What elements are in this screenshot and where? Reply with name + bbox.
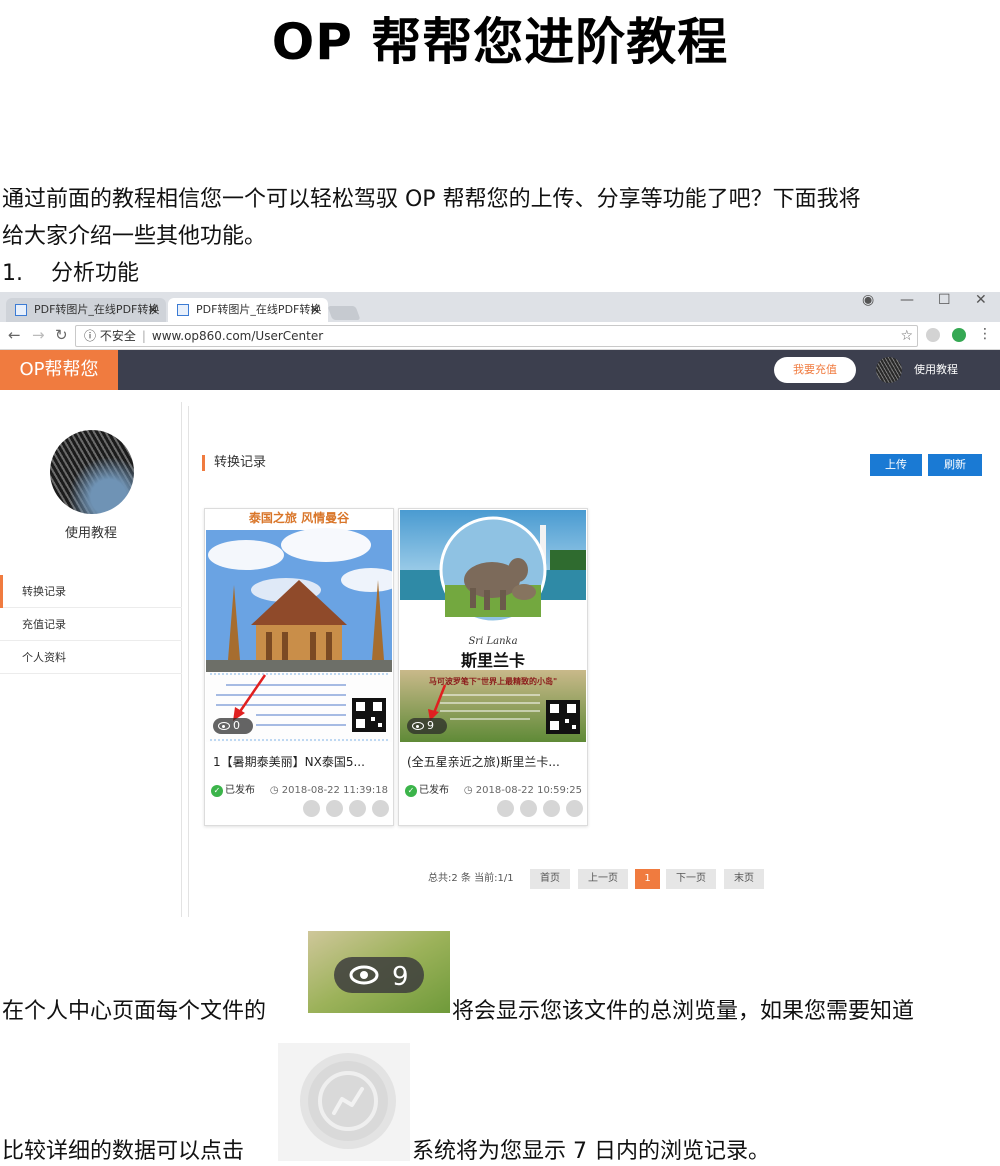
status-text: 已发布 — [225, 785, 255, 796]
banner-text: 泰国之旅 风情曼谷 — [248, 510, 350, 525]
eye-icon — [412, 722, 424, 730]
intro-line-1: 通过前面的教程相信您一个可以轻松驾驭 OP 帮帮您的上传、分享等功能了吧？下面我… — [2, 187, 861, 212]
star-icon[interactable]: ☆ — [900, 326, 913, 346]
analytics-icon[interactable] — [497, 800, 514, 817]
menu-icon[interactable]: ⋮ — [978, 326, 992, 342]
file-title[interactable]: (全五星亲近之旅)斯里兰卡... — [407, 753, 582, 770]
status-text: 已发布 — [419, 785, 449, 796]
timestamp: ◷ 2018-08-22 11:39:18 — [269, 785, 388, 796]
window-close-icon[interactable]: ✕ — [975, 292, 987, 308]
red-arrow-annotation — [233, 674, 267, 721]
address-bar[interactable]: ⓘ 不安全 | www.op860.com/UserCenter ☆ — [75, 325, 918, 347]
card-actions — [297, 800, 389, 818]
app-logo[interactable]: OP帮帮您 — [0, 350, 118, 390]
paragraph-views-before: 在个人中心页面每个文件的 — [2, 999, 267, 1024]
minimize-icon[interactable]: — — [900, 292, 914, 308]
card-actions — [491, 800, 583, 818]
maximize-icon[interactable]: ☐ — [938, 292, 951, 308]
check-icon: ✓ — [405, 785, 417, 797]
avatar[interactable] — [876, 357, 902, 383]
usercenter-screenshot: PDF转图片_在线PDF转换 ✕ PDF转图片_在线PDF转换 ✕ ◉ — ☐ … — [0, 292, 1000, 917]
main-content: 转换记录 上传 刷新 泰国之旅 风情曼谷 0 1【暑期泰美丽】NX泰国5... … — [188, 406, 1000, 917]
view-count-badge: 0 — [213, 718, 253, 734]
user-icon[interactable] — [543, 800, 560, 817]
view-count: 9 — [427, 719, 434, 732]
browser-tab[interactable]: PDF转图片_在线PDF转换 ✕ — [6, 298, 166, 322]
shield-icon[interactable] — [952, 328, 966, 342]
info-icon: ⓘ — [84, 329, 97, 343]
check-icon: ✓ — [211, 785, 223, 797]
browser-toolbar: ← → ↻ ⓘ 不安全 | www.op860.com/UserCenter ☆ ⋮ — [0, 322, 1000, 350]
status-badge: ✓ 已发布 — [405, 785, 449, 797]
next-page-button[interactable]: 下一页 — [666, 869, 716, 889]
browser-tab-active[interactable]: PDF转图片_在线PDF转换 ✕ — [168, 298, 328, 322]
forward-icon[interactable]: → — [32, 326, 45, 344]
tab-label: PDF转图片_在线PDF转换 — [34, 303, 160, 316]
view-count-crop: 9 — [308, 931, 450, 1013]
intro-line-2: 给大家介绍一些其他功能。 — [2, 224, 267, 249]
sidebar: 使用教程 转换记录 充值记录 个人资料 — [0, 402, 182, 917]
analytics-button-crop — [278, 1043, 410, 1161]
sidebar-item-profile[interactable]: 个人资料 — [0, 641, 182, 674]
app-header: OP帮帮您 我要充值 使用教程 — [0, 350, 1000, 390]
delete-icon[interactable] — [372, 800, 389, 817]
user-icon[interactable] — [349, 800, 366, 817]
view-count-crop-image: 9 — [308, 931, 450, 1013]
url-text: www.op860.com/UserCenter — [151, 329, 324, 343]
analytics-icon[interactable] — [303, 800, 320, 817]
sidebar-item-conversions[interactable]: 转换记录 — [0, 575, 182, 608]
red-arrow-annotation — [428, 684, 447, 721]
profile-icon[interactable]: ◉ — [862, 292, 874, 308]
sidebar-menu: 转换记录 充值记录 个人资料 — [0, 575, 182, 674]
first-page-button[interactable]: 首页 — [530, 869, 570, 889]
back-icon[interactable]: ← — [8, 326, 21, 344]
current-page-button[interactable]: 1 — [635, 869, 660, 889]
view-count-badge: 9 — [407, 718, 447, 734]
share-icon[interactable] — [520, 800, 537, 817]
upload-button[interactable]: 上传 — [870, 454, 922, 476]
section-heading: 1. 分析功能 — [2, 259, 139, 289]
timestamp: ◷ 2018-08-22 10:59:25 — [463, 785, 582, 796]
section-title: 转换记录 — [202, 455, 266, 471]
view-count: 0 — [233, 719, 240, 732]
paragraph-analytics-before: 比较详细的数据可以点击 — [2, 1139, 245, 1164]
analytics-icon — [300, 1053, 396, 1149]
browser-tab-strip: PDF转图片_在线PDF转换 ✕ PDF转图片_在线PDF转换 ✕ ◉ — ☐ … — [0, 292, 1000, 322]
section-number: 1. — [2, 261, 23, 286]
sidebar-item-recharge[interactable]: 充值记录 — [0, 608, 182, 641]
headline-text: 斯里兰卡 — [461, 651, 525, 670]
file-title[interactable]: 1【暑期泰美丽】NX泰国5... — [213, 753, 388, 770]
eye-icon — [218, 722, 230, 730]
close-icon[interactable]: ✕ — [148, 298, 158, 322]
new-tab-button[interactable] — [327, 306, 361, 320]
close-icon[interactable]: ✕ — [310, 298, 320, 322]
view-count: 9 — [392, 962, 409, 992]
delete-icon[interactable] — [566, 800, 583, 817]
section-title: 分析功能 — [50, 261, 139, 286]
security-label: 不安全 — [99, 329, 136, 343]
timestamp-text: 2018-08-22 11:39:18 — [281, 785, 388, 796]
share-icon[interactable] — [326, 800, 343, 817]
header-username[interactable]: 使用教程 — [914, 350, 958, 390]
extension-icon[interactable] — [926, 328, 940, 342]
recharge-button[interactable]: 我要充值 — [774, 357, 856, 383]
avatar — [50, 430, 134, 514]
refresh-button[interactable]: 刷新 — [928, 454, 982, 476]
prev-page-button[interactable]: 上一页 — [578, 869, 628, 889]
script-text: Sri Lanka — [468, 636, 517, 647]
last-page-button[interactable]: 末页 — [724, 869, 764, 889]
paragraph-analytics-after: 系统将为您显示 7 日内的浏览记录。 — [412, 1139, 770, 1164]
status-badge: ✓ 已发布 — [211, 785, 255, 797]
file-card[interactable]: 泰国之旅 风情曼谷 0 1【暑期泰美丽】NX泰国5... ✓ 已发布 ◷ 201… — [204, 508, 394, 826]
reload-icon[interactable]: ↻ — [55, 326, 68, 344]
paragraph-views-after: 将会显示您该文件的总浏览量，如果您需要知道 — [452, 999, 915, 1024]
document-title: OP 帮帮您进阶教程 — [271, 13, 729, 71]
sidebar-username: 使用教程 — [64, 526, 117, 541]
tab-label: PDF转图片_在线PDF转换 — [196, 303, 322, 316]
pagination-summary: 总共:2 条 当前:1/1 — [428, 873, 514, 884]
timestamp-text: 2018-08-22 10:59:25 — [475, 785, 582, 796]
page-icon — [15, 304, 27, 316]
page-icon — [177, 304, 189, 316]
file-card[interactable]: Sri Lanka 斯里兰卡 马可波罗笔下"世界上最精致的小岛" 9 (全五星亲… — [398, 508, 588, 826]
